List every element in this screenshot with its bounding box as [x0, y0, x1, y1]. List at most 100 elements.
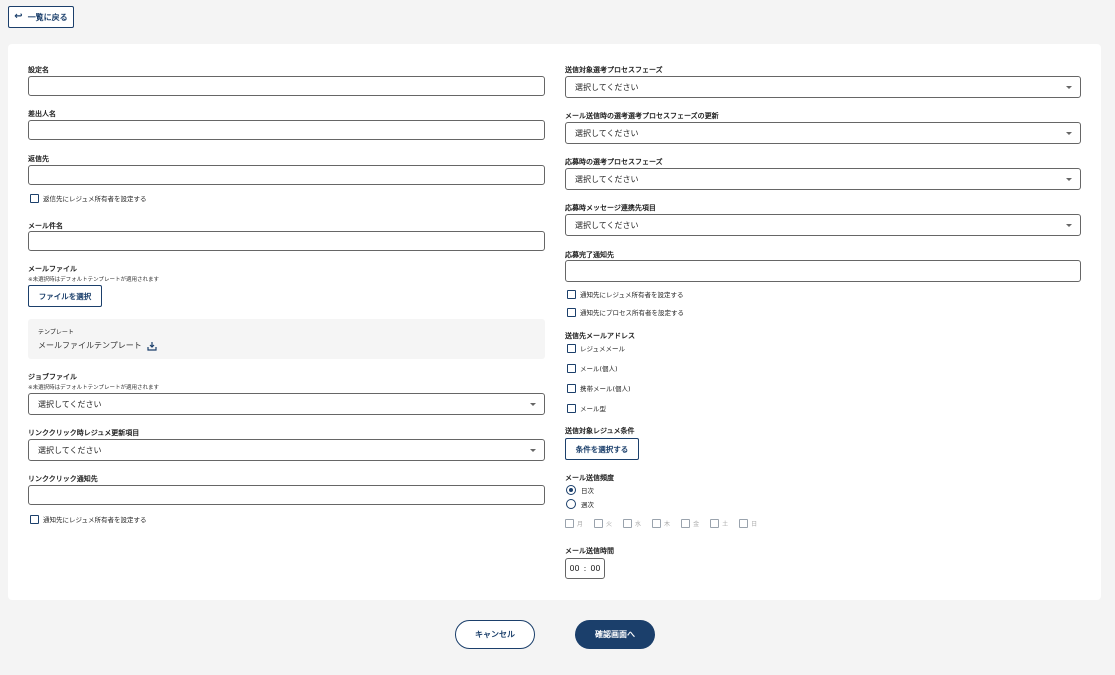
day-checkbox[interactable]: 土 — [710, 519, 728, 528]
day-checkbox[interactable]: 金 — [681, 519, 699, 528]
reply-to-input[interactable] — [28, 165, 545, 185]
update-phase-select[interactable]: 選択してください — [565, 122, 1081, 144]
checkbox-icon — [710, 519, 720, 528]
select-value: 選択してください — [575, 174, 639, 184]
send-time-input[interactable]: 00 : 00 — [565, 558, 605, 579]
frequency-label: メール送信頻度 — [565, 474, 614, 482]
caret-down-icon — [1066, 86, 1072, 89]
checkbox-label: 返信先にレジュメ所有者を設定する — [43, 195, 147, 203]
apply-notify-input[interactable] — [565, 260, 1081, 282]
arrow-left-icon: ↩ — [14, 11, 23, 22]
checkbox-icon — [567, 383, 576, 393]
day-label: 火 — [606, 521, 613, 528]
settings-form-card: 設定名 差出人名 返信先 返信先にレジュメ所有者を設定する メール件名 メールフ… — [8, 44, 1101, 600]
setting-name-label: 設定名 — [28, 66, 49, 74]
checkbox-label: レジュメメール — [580, 345, 626, 353]
back-label: 一覧に戻る — [27, 12, 68, 22]
checkbox-icon — [567, 343, 576, 353]
radio-unchecked-icon — [566, 499, 576, 509]
frequency-daily-radio[interactable]: 日次 — [566, 485, 594, 495]
caret-down-icon — [1066, 178, 1072, 181]
checkbox-icon — [681, 519, 691, 528]
apply-phase-label: 応募時の選考プロセスフェーズ — [565, 158, 663, 166]
checkbox-icon — [30, 193, 39, 203]
select-value: 選択してください — [575, 128, 639, 138]
caret-down-icon — [1066, 132, 1072, 135]
apply-notify-process-checkbox[interactable]: 通知先にプロセス所有者を設定する — [567, 307, 684, 317]
condition-label: 送信対象レジュメ条件 — [565, 427, 635, 435]
address-option[interactable]: 携帯メール(個人) — [567, 383, 631, 393]
select-value: 選択してください — [575, 82, 639, 92]
day-label: 土 — [722, 521, 729, 528]
radio-label: 日次 — [581, 487, 594, 495]
caret-down-icon — [530, 403, 536, 406]
checkbox-icon — [567, 289, 576, 299]
reply-to-owner-checkbox[interactable]: 返信先にレジュメ所有者を設定する — [30, 193, 147, 203]
select-value: 選択してください — [38, 445, 102, 455]
address-option[interactable]: レジュメメール — [567, 343, 625, 353]
mail-template-download-link[interactable]: メールファイルテンプレート — [38, 340, 157, 351]
apply-notify-owner-checkbox[interactable]: 通知先にレジュメ所有者を設定する — [567, 289, 684, 299]
day-label: 月 — [577, 521, 584, 528]
checkbox-icon — [652, 519, 662, 528]
checkbox-icon — [567, 363, 576, 373]
template-box: テンプレート メールファイルテンプレート — [28, 319, 545, 359]
time-minute: 00 — [590, 564, 601, 573]
link-update-select[interactable]: 選択してください — [28, 439, 545, 461]
cancel-button[interactable]: キャンセル — [455, 620, 535, 649]
radio-checked-icon — [566, 485, 576, 495]
caret-down-icon — [1066, 224, 1072, 227]
time-hour: 00 — [569, 564, 580, 573]
sender-name-label: 差出人名 — [28, 110, 56, 118]
checkbox-label: 通知先にレジュメ所有者を設定する — [580, 291, 684, 299]
reply-to-label: 返信先 — [28, 155, 49, 163]
day-checkbox[interactable]: 水 — [623, 519, 641, 528]
checkbox-icon — [567, 403, 576, 413]
back-to-list-button[interactable]: ↩ 一覧に戻る — [8, 6, 74, 28]
checkbox-label: 通知先にプロセス所有者を設定する — [580, 309, 684, 317]
confirm-button[interactable]: 確認画面へ — [575, 620, 655, 649]
setting-name-input[interactable] — [28, 76, 545, 96]
day-label: 金 — [693, 521, 700, 528]
checkbox-label: 携帯メール(個人) — [580, 385, 631, 393]
job-file-select[interactable]: 選択してください — [28, 393, 545, 415]
checkbox-icon — [30, 514, 39, 524]
update-phase-label: メール送信時の選考選考プロセスフェーズの更新 — [565, 112, 719, 120]
day-checkbox[interactable]: 火 — [594, 519, 612, 528]
sender-name-input[interactable] — [28, 120, 545, 140]
apply-phase-select[interactable]: 選択してください — [565, 168, 1081, 190]
address-option[interactable]: メール型 — [567, 403, 606, 413]
subject-input[interactable] — [28, 231, 545, 251]
template-label: テンプレート — [38, 329, 74, 336]
link-notify-label: リンククリック通知先 — [28, 475, 98, 483]
checkbox-label: メール型 — [580, 405, 606, 413]
target-phase-select[interactable]: 選択してください — [565, 76, 1081, 98]
checkbox-icon — [567, 307, 576, 317]
checkbox-label: 通知先にレジュメ所有者を設定する — [43, 516, 147, 524]
mail-file-note: ※未選択時はデフォルトテンプレートが適用されます — [28, 277, 159, 283]
link-notify-input[interactable] — [28, 485, 545, 505]
address-option[interactable]: メール(個人) — [567, 363, 618, 373]
job-file-note: ※未選択時はデフォルトテンプレートが適用されます — [28, 385, 159, 391]
frequency-weekly-radio[interactable]: 週次 — [566, 499, 594, 509]
apply-notify-label: 応募完了通知先 — [565, 251, 614, 259]
day-checkbox[interactable]: 木 — [652, 519, 670, 528]
radio-label: 週次 — [581, 501, 594, 509]
time-label: メール送信時間 — [565, 547, 614, 555]
checkbox-label: メール(個人) — [580, 365, 618, 373]
download-icon — [147, 341, 157, 351]
link-update-label: リンククリック時レジュメ更新項目 — [28, 429, 140, 437]
day-checkbox[interactable]: 日 — [739, 519, 757, 528]
apply-message-select[interactable]: 選択してください — [565, 214, 1081, 236]
checkbox-icon — [594, 519, 604, 528]
select-mail-file-button[interactable]: ファイルを選択 — [28, 285, 102, 307]
select-value: 選択してください — [575, 220, 639, 230]
day-checkbox[interactable]: 月 — [565, 519, 583, 528]
select-condition-button[interactable]: 条件を選択する — [565, 438, 639, 460]
subject-label: メール件名 — [28, 222, 63, 230]
checkbox-icon — [565, 519, 574, 528]
link-notify-owner-checkbox[interactable]: 通知先にレジュメ所有者を設定する — [30, 514, 147, 524]
job-file-label: ジョブファイル — [28, 373, 77, 381]
caret-down-icon — [530, 449, 536, 452]
select-value: 選択してください — [38, 399, 102, 409]
